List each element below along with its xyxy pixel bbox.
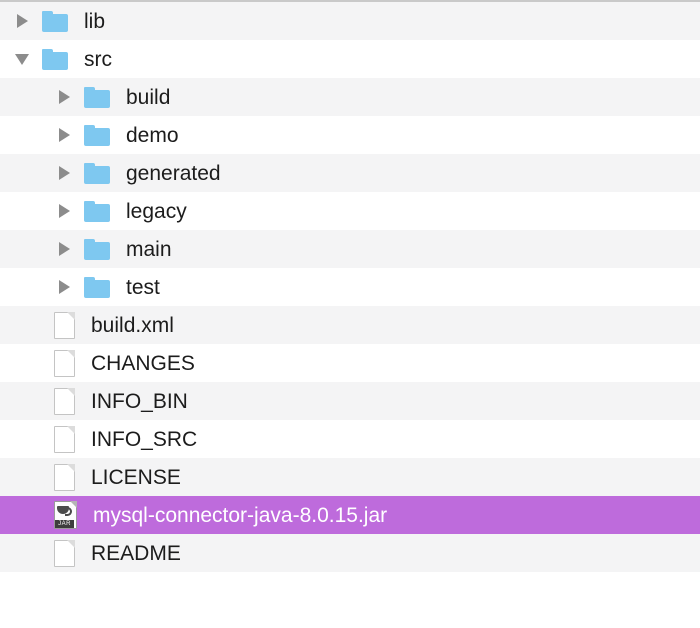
document-icon — [54, 349, 75, 377]
tree-row-label: build.xml — [91, 313, 174, 337]
document-icon — [54, 311, 75, 339]
document-icon — [54, 387, 75, 415]
tree-row-file[interactable]: JAR mysql-connector-java-8.0.15.jar — [0, 496, 700, 534]
file-tree-panel[interactable]: lib src build demo generated legacy main test bu… — [0, 0, 700, 628]
tree-row-folder[interactable]: legacy — [0, 192, 700, 230]
disclosure-triangle-right-icon[interactable] — [56, 127, 72, 143]
document-icon — [54, 463, 75, 491]
disclosure-triangle-right-icon[interactable] — [56, 89, 72, 105]
tree-row-file[interactable]: INFO_SRC — [0, 420, 700, 458]
tree-row-label: generated — [126, 161, 221, 185]
disclosure-triangle-right-icon[interactable] — [56, 203, 72, 219]
document-icon — [54, 425, 75, 453]
tree-row-label: src — [84, 47, 112, 71]
folder-icon — [42, 48, 68, 70]
tree-row-folder[interactable]: lib — [0, 2, 700, 40]
disclosure-triangle-right-icon[interactable] — [56, 279, 72, 295]
disclosure-triangle-down-icon[interactable] — [14, 51, 30, 67]
tree-row-label: INFO_BIN — [91, 389, 188, 413]
tree-row-folder[interactable]: build — [0, 78, 700, 116]
tree-row-label: README — [91, 541, 181, 565]
folder-icon — [84, 86, 110, 108]
disclosure-triangle-right-icon[interactable] — [14, 13, 30, 29]
tree-row-file[interactable]: CHANGES — [0, 344, 700, 382]
tree-row-label: CHANGES — [91, 351, 195, 375]
tree-row-file[interactable]: build.xml — [0, 306, 700, 344]
tree-row-file[interactable]: README — [0, 534, 700, 572]
tree-row-label: mysql-connector-java-8.0.15.jar — [93, 503, 388, 527]
disclosure-triangle-right-icon[interactable] — [56, 241, 72, 257]
tree-row-label: main — [126, 237, 172, 261]
tree-row-file[interactable]: LICENSE — [0, 458, 700, 496]
tree-row-folder[interactable]: demo — [0, 116, 700, 154]
tree-row-folder[interactable]: src — [0, 40, 700, 78]
folder-icon — [84, 162, 110, 184]
tree-row-folder[interactable]: test — [0, 268, 700, 306]
tree-row-label: INFO_SRC — [91, 427, 198, 451]
document-icon — [54, 539, 75, 567]
disclosure-triangle-right-icon[interactable] — [56, 165, 72, 181]
jar-icon: JAR — [54, 501, 77, 529]
folder-icon — [84, 238, 110, 260]
folder-icon — [42, 10, 68, 32]
tree-row-label: LICENSE — [91, 465, 181, 489]
tree-row-label: test — [126, 275, 160, 299]
folder-icon — [84, 276, 110, 298]
folder-icon — [84, 200, 110, 222]
tree-row-file[interactable]: INFO_BIN — [0, 382, 700, 420]
jar-icon-text: JAR — [55, 520, 74, 528]
tree-row-label: build — [126, 85, 171, 109]
tree-row-label: lib — [84, 9, 106, 33]
tree-row-label: legacy — [126, 199, 187, 223]
tree-row-folder[interactable]: generated — [0, 154, 700, 192]
folder-icon — [84, 124, 110, 146]
tree-row-label: demo — [126, 123, 179, 147]
tree-row-folder[interactable]: main — [0, 230, 700, 268]
